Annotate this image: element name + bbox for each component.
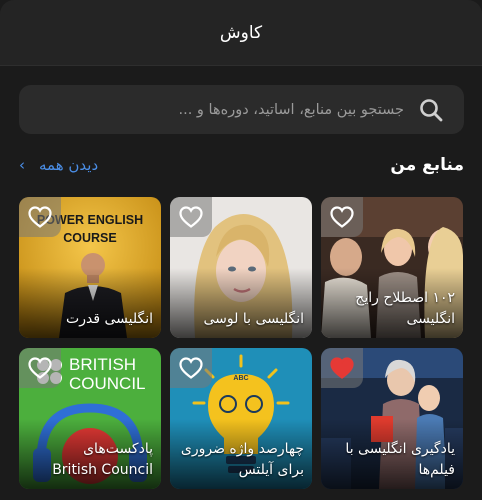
cover-text: BRITISH: [69, 355, 137, 374]
heart-outline-icon: [28, 357, 52, 379]
search-icon[interactable]: [418, 97, 444, 123]
heart-outline-icon: [179, 357, 203, 379]
favorite-button[interactable]: [19, 197, 61, 237]
my-resources-header: ‹ دیدن همه منابع من: [19, 150, 464, 180]
cover-text: COUNCIL: [69, 374, 146, 393]
search-input[interactable]: [19, 85, 404, 134]
chevron-left-icon: ‹: [19, 156, 25, 174]
card-title: چهارصد واژه ضروری برای آیلتس: [180, 441, 304, 478]
section-title: منابع من: [390, 155, 464, 175]
card-title: یادگیری انگلیسی با فیلم‌ها: [345, 441, 455, 478]
heart-outline-icon: [28, 206, 52, 228]
card-title: پادکست‌های British Council: [52, 441, 153, 478]
favorite-button[interactable]: [170, 197, 212, 237]
search-bar[interactable]: [19, 85, 464, 134]
favorite-button[interactable]: [321, 348, 363, 388]
see-all-link[interactable]: ‹ دیدن همه: [19, 156, 98, 174]
favorite-button[interactable]: [170, 348, 212, 388]
resource-card-power-english[interactable]: POWER ENGLISH COURSE انگلیسی قدرت: [19, 197, 161, 338]
resource-card-learn-with-movies[interactable]: یادگیری انگلیسی با فیلم‌ها: [321, 348, 463, 489]
card-title: انگلیسی قدرت: [66, 311, 153, 327]
favorite-button[interactable]: [321, 197, 363, 237]
explore-screen: کاوش ‹ دیدن همه منابع من: [0, 0, 482, 500]
page-title: کاوش: [219, 22, 263, 43]
resource-card-102-idioms[interactable]: ۱۰۲ اصطلاح رایج انگلیسی: [321, 197, 463, 338]
resource-card-lucy[interactable]: انگلیسی با لوسی: [170, 197, 312, 338]
top-bar: کاوش: [0, 0, 482, 66]
favorite-button[interactable]: [19, 348, 61, 388]
heart-outline-icon: [179, 206, 203, 228]
resource-card-british-council[interactable]: BRITISH COUNCIL پادکست‌های British Counc…: [19, 348, 161, 489]
card-title: انگلیسی با لوسی: [203, 311, 305, 327]
heart-outline-icon: [330, 206, 354, 228]
see-all-label: دیدن همه: [39, 156, 99, 174]
heart-filled-icon: [330, 357, 354, 379]
card-title: ۱۰۲ اصطلاح رایج انگلیسی: [355, 290, 455, 327]
resource-card-400-ielts-words[interactable]: ABC چهارصد واژه ضروری برای آیلتس: [170, 348, 312, 489]
